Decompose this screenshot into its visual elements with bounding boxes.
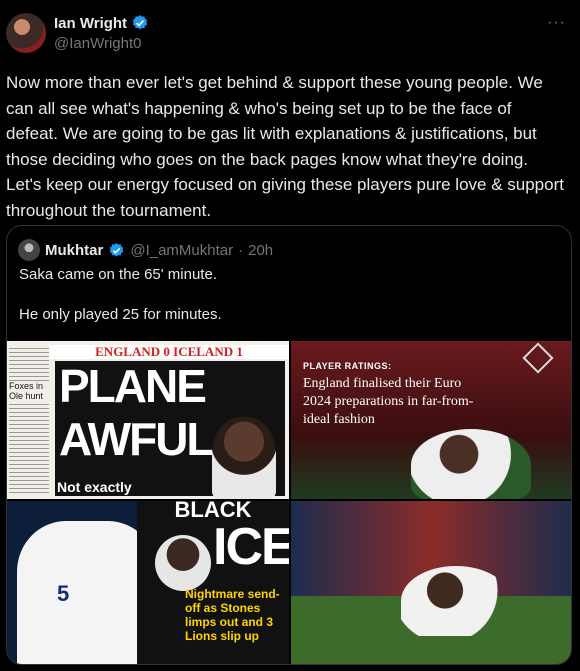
tweet-text: Now more than ever let's get behind & su… xyxy=(6,73,569,220)
quote-avatar xyxy=(18,239,40,261)
player-photo xyxy=(155,535,211,591)
author-handle[interactable]: @IanWright0 xyxy=(54,35,142,52)
verified-badge-icon xyxy=(132,15,148,30)
player-photo xyxy=(212,417,276,499)
newspaper-banner: ENGLAND 0 ICELAND 1 xyxy=(49,345,289,359)
newspaper-headline-top: BLACK xyxy=(174,501,252,522)
quote-author-handle: @I_amMukhtar xyxy=(130,241,234,259)
shirt-number: 5 xyxy=(57,581,70,606)
verified-badge-icon xyxy=(110,242,124,257)
england-shirt xyxy=(17,521,157,664)
article-title: England finalised their Euro 2024 prepar… xyxy=(303,376,474,427)
article-label: PLAYER RATINGS: xyxy=(303,361,392,371)
author-name-row: Ian Wright xyxy=(54,14,149,32)
newspaper-side-column xyxy=(9,345,49,495)
quote-time: 20h xyxy=(248,241,274,259)
author-name[interactable]: Ian Wright xyxy=(54,15,127,32)
newspaper-strap: Not exactly xyxy=(57,479,132,495)
quote-text: Saka came on the 65' minute. He only pla… xyxy=(19,266,222,323)
newspaper-headline-line1: PLANE xyxy=(59,360,207,412)
quote-author-name: Mukhtar xyxy=(45,241,104,259)
player-photo xyxy=(401,566,511,636)
media-image-1[interactable]: Foxes in Ole hunt ENGLAND 0 ICELAND 1 PL… xyxy=(7,341,289,499)
more-options-icon[interactable]: ··· xyxy=(547,14,566,32)
newspaper-headline-big: ICE xyxy=(213,518,289,576)
quoted-tweet[interactable]: Mukhtar @I_amMukhtar · 20h Saka came on … xyxy=(6,225,572,665)
author-avatar[interactable] xyxy=(6,13,46,53)
quote-header: Mukhtar @I_amMukhtar · 20h xyxy=(18,239,273,261)
media-image-3[interactable]: 5 BLACK ICE Nightmare send-off as Stones… xyxy=(7,501,289,664)
newspaper-side-headline: Foxes in Ole hunt xyxy=(9,381,49,401)
quote-separator: · xyxy=(238,241,244,259)
media-image-2[interactable]: PLAYER RATINGS: England finalised their … xyxy=(291,341,571,499)
newspaper-strap: Nightmare send-off as Stones limps out a… xyxy=(185,587,280,643)
player-photo xyxy=(411,429,531,499)
newspaper-headline-line2: AWFUL xyxy=(59,413,215,465)
media-image-4[interactable] xyxy=(291,501,571,664)
